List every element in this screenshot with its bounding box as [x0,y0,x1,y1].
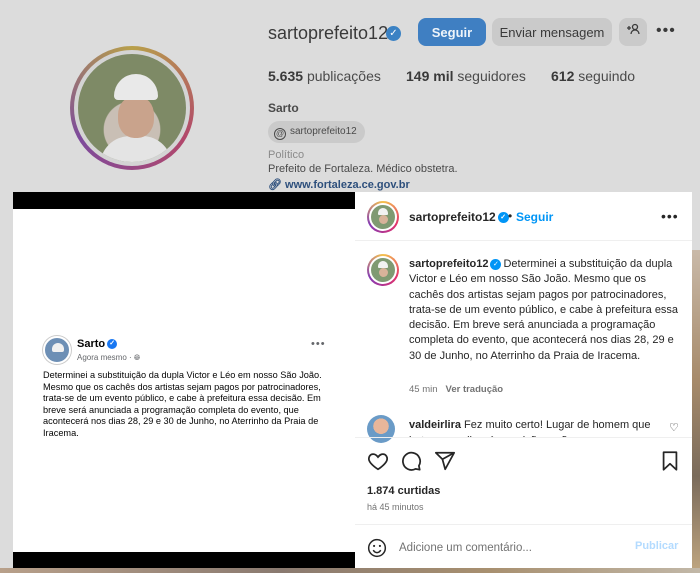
profile-name: Sarto [268,101,299,115]
send-message-button[interactable]: Enviar mensagem [492,18,612,46]
caption-author-avatar[interactable] [367,254,399,286]
send-icon[interactable] [434,450,456,472]
profile-avatar[interactable] [70,46,194,170]
threads-badge[interactable]: @ sartoprefeito12 [268,121,365,143]
globe-icon: 🌐︎ [133,353,141,362]
post-author-avatar[interactable] [367,201,399,233]
post-media: Sarto ✓ Agora mesmo · 🌐︎ ••• Determinei a… [13,192,355,568]
comment-username[interactable]: valdeirlira [409,419,461,431]
comment-like-heart-icon[interactable]: ♡ [669,421,679,434]
bookmark-icon[interactable] [659,450,681,472]
commenter-avatar[interactable] [367,415,395,443]
comment-icon[interactable] [400,450,422,472]
link-icon: 🔗︎ [268,179,282,191]
likes-count[interactable]: 1.874 curtidas [367,485,440,497]
post-timestamp: há 45 minutos [367,502,424,512]
heart-icon[interactable] [367,450,389,472]
verified-badge-icon: ✓ [107,339,118,350]
follow-button[interactable]: Seguir [418,18,486,46]
comment-item: valdeirlira Fez muito certo! Lugar de ho… [409,417,659,437]
fb-timestamp: Agora mesmo · 🌐︎ [77,353,141,362]
posts-stat: 5.635 publicações [268,68,381,84]
see-translation-link[interactable]: Ver tradução [446,384,504,395]
profile-username: sartoprefeito12 ✓ [268,23,401,44]
background-thumbnail-strip [692,250,700,573]
post-more-icon[interactable]: ••• [661,208,679,224]
post-author-username[interactable]: sartoprefeito12 ✓ [409,210,509,224]
following-stat[interactable]: 612 seguindo [551,68,635,84]
caption-username[interactable]: sartoprefeito12 [409,258,488,270]
caption-time: 45 min [409,384,438,395]
threads-icon: @ [274,128,286,140]
header-follow-button[interactable]: Seguir [516,210,553,224]
username-text: sartoprefeito12 [268,23,389,43]
profile-bio: Prefeito de Fortaleza. Médico obstetra. [268,163,458,175]
verified-badge-icon: ✓ [490,258,502,270]
publish-button[interactable]: Publicar [635,540,678,552]
profile-category: Político [268,149,305,161]
profile-website-link[interactable]: 🔗︎ www.fortaleza.ce.gov.br [268,178,410,191]
caption-text: Determinei a substituição da dupla Victo… [409,258,679,362]
fb-avatar [43,336,71,364]
followers-stat[interactable]: 149 mil seguidores [406,68,526,84]
comment-composer: Publicar [355,524,692,568]
verified-badge-icon: ✓ [386,26,401,41]
comment-input[interactable] [399,537,619,559]
post-caption: sartoprefeito12 ✓ Determinei a substituiçã… [409,257,681,364]
caption-meta: 45 min Ver tradução [409,384,503,395]
separator-dot: • [508,209,513,223]
post-header: sartoprefeito12 ✓ • Seguir ••• [355,192,692,241]
emoji-icon[interactable] [367,538,387,558]
more-options-icon[interactable]: ••• [656,22,676,40]
divider [355,437,692,438]
fb-author-name: Sarto ✓ [77,338,118,350]
background-grid-strip [0,568,700,573]
fb-more-icon: ••• [311,338,326,350]
fb-post-text: Determinei a substituição da dupla Victo… [43,370,322,438]
post-details-panel: sartoprefeito12 ✓ • Seguir ••• sartoprefe… [355,192,692,568]
add-user-icon[interactable] [619,18,647,46]
